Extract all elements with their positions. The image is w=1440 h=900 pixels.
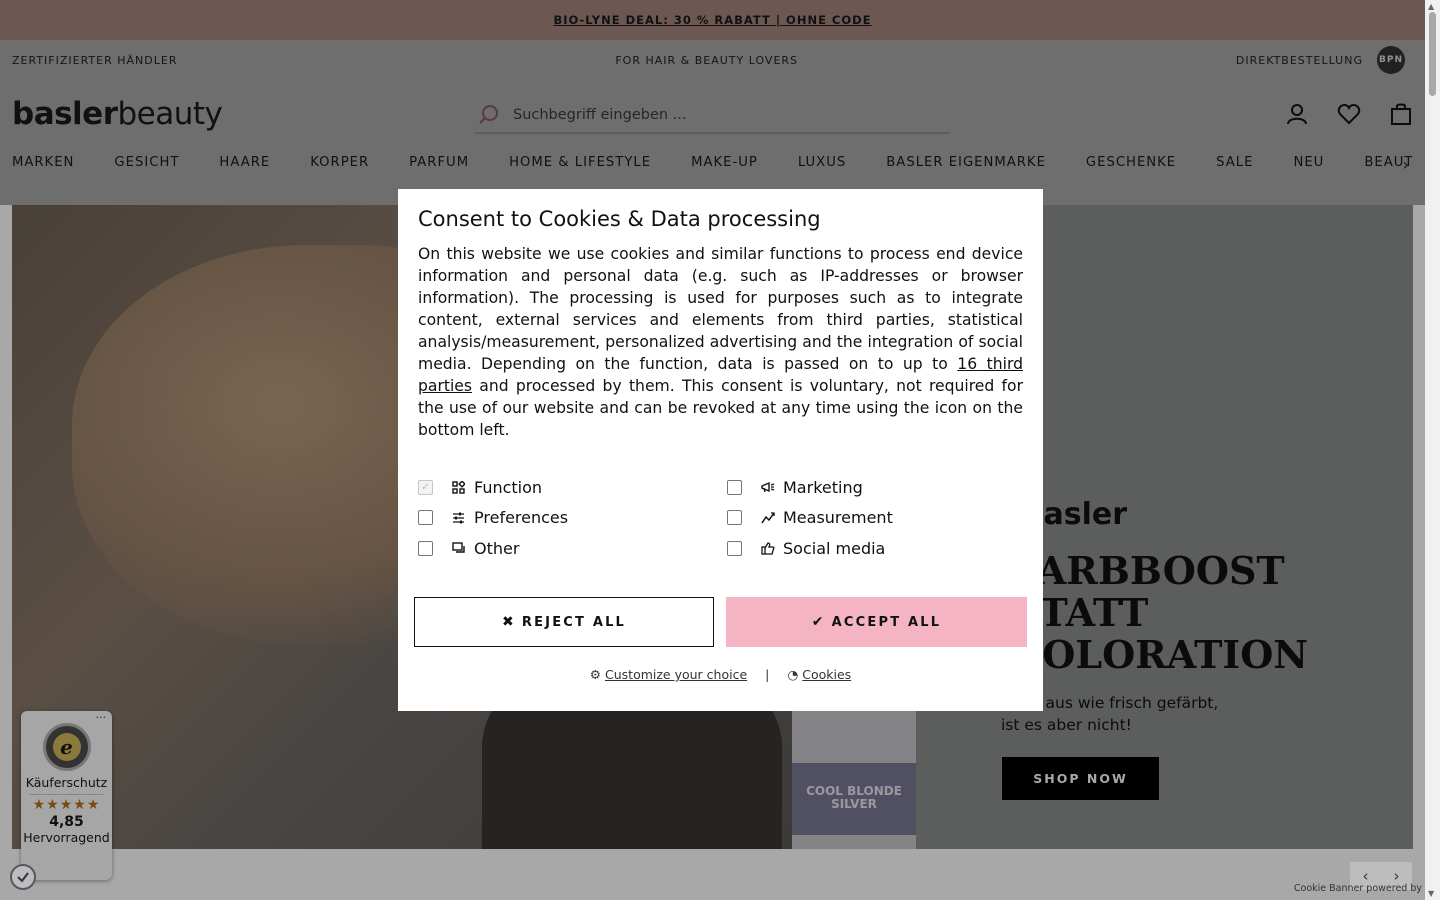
scroll-down-icon[interactable]: ▼ — [1428, 889, 1434, 898]
links-separator: | — [765, 667, 770, 682]
marketing-label: Marketing — [783, 478, 863, 497]
consent-dialog: Consent to Cookies & Data processing On … — [398, 189, 1043, 711]
function-label: Function — [474, 478, 543, 497]
trust-score: 4,85 — [49, 814, 84, 830]
option-other[interactable]: Other — [418, 539, 519, 558]
cookie-settings-icon[interactable] — [10, 864, 36, 890]
preferences-checkbox[interactable] — [418, 510, 433, 525]
cookie-icon: ◔ — [787, 667, 799, 682]
consent-text: On this website we use cookies and simil… — [418, 245, 1023, 439]
trusted-shops-badge[interactable]: ··· e Käuferschutz ★★★★★ 4,85 Hervorrage… — [21, 711, 112, 880]
trusted-shops-seal-icon: e — [42, 723, 91, 771]
trust-menu-icon[interactable]: ··· — [96, 711, 107, 724]
trust-label: Käuferschutz — [25, 775, 108, 790]
social-media-label: Social media — [783, 539, 886, 558]
thumbs-up-icon — [761, 542, 775, 555]
page-scrollbar[interactable]: ▲ ▼ — [1425, 0, 1440, 900]
cookie-banner-powered-by[interactable]: Cookie Banner powered by — [1294, 883, 1422, 894]
checkmark-icon: ✔ — [811, 614, 826, 630]
consent-title: Consent to Cookies & Data processing — [418, 207, 821, 231]
trust-stars: ★★★★★ — [32, 797, 101, 813]
close-icon: ✖ — [501, 614, 516, 630]
function-checkbox: ✓ — [418, 480, 433, 495]
grid-icon — [452, 481, 466, 494]
option-marketing[interactable]: Marketing — [727, 478, 863, 497]
chat-icon — [452, 542, 466, 555]
accept-all-button[interactable]: ✔ ACCEPT ALL — [726, 597, 1027, 647]
measurement-label: Measurement — [783, 508, 893, 527]
chart-line-icon — [761, 511, 775, 524]
other-checkbox[interactable] — [418, 541, 433, 556]
option-social-media[interactable]: Social media — [727, 539, 885, 558]
trust-rating: Hervorragend — [23, 830, 110, 845]
trust-divider — [29, 794, 104, 795]
option-function[interactable]: ✓ Function — [418, 478, 542, 497]
cookies-link[interactable]: Cookies — [802, 667, 851, 682]
scroll-up-icon[interactable]: ▲ — [1428, 2, 1434, 11]
marketing-checkbox[interactable] — [727, 480, 742, 495]
megaphone-icon — [761, 481, 775, 494]
customize-choice-link[interactable]: Customize your choice — [605, 667, 747, 682]
other-label: Other — [474, 539, 520, 558]
measurement-checkbox[interactable] — [727, 510, 742, 525]
sliders-icon — [452, 511, 466, 524]
scrollbar-thumb[interactable] — [1429, 12, 1436, 96]
option-measurement[interactable]: Measurement — [727, 508, 893, 527]
reject-all-button[interactable]: ✖ REJECT ALL — [414, 597, 714, 647]
gear-icon: ⚙ — [589, 667, 602, 682]
consent-links: ⚙ Customize your choice | ◔ Cookies — [398, 667, 1043, 682]
preferences-label: Preferences — [474, 508, 569, 527]
social-media-checkbox[interactable] — [727, 541, 742, 556]
option-preferences[interactable]: Preferences — [418, 508, 568, 527]
